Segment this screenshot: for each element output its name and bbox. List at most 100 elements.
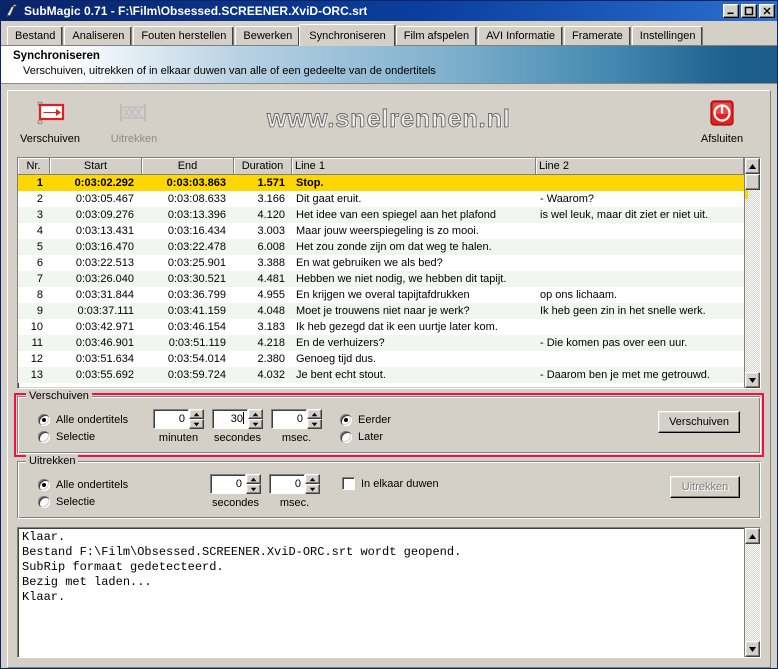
column-header-nr[interactable]: Nr.: [18, 158, 50, 174]
tab-bewerken[interactable]: Bewerken: [235, 26, 301, 45]
cell-end: 0:03:41.159: [167, 305, 226, 317]
scroll-down-button[interactable]: [745, 372, 760, 388]
toolbar-button-verschuiven[interactable]: Verschuiven: [8, 95, 92, 145]
toolbar-button-uitrekken[interactable]: Uitrekken: [92, 95, 176, 145]
tab-bestand[interactable]: Bestand: [7, 26, 64, 45]
table-row[interactable]: 13 0:03:55.692 0:03:59.724 4.032 Je bent…: [18, 367, 744, 383]
cell-nr: 3: [36, 209, 43, 221]
stretch-scope-all-label: Alle ondertitels: [56, 478, 129, 491]
tab-bar: Bestand Analiseren Fouten herstellen Bew…: [1, 21, 777, 46]
stepper-up-icon[interactable]: [305, 474, 320, 484]
column-header-line2[interactable]: Line 2: [536, 158, 744, 174]
stepper-down-icon[interactable]: [246, 484, 261, 494]
stretch-msec-input[interactable]: 0: [269, 474, 305, 494]
shift-group-content: Alle ondertitels Selectie 0 minuten 30 s…: [18, 397, 760, 453]
tab-framerate[interactable]: Framerate: [564, 26, 631, 45]
column-header-line1[interactable]: Line 1: [292, 158, 536, 174]
table-row[interactable]: 1 0:03:02.292 0:03:03.863 1.571 Stop.: [18, 175, 744, 191]
cell-duration: 3.166: [257, 193, 285, 205]
log-scroll-down-button[interactable]: [745, 641, 760, 657]
table-row[interactable]: 2 0:03:05.467 0:03:08.633 3.166 Dit gaat…: [18, 191, 744, 207]
table-row[interactable]: 5 0:03:16.470 0:03:22.478 6.008 Het zou …: [18, 239, 744, 255]
log-scroll-track[interactable]: [745, 544, 760, 641]
tab-synchroniseren[interactable]: Synchroniseren: [299, 24, 396, 46]
tab-label: Instellingen: [639, 30, 696, 42]
column-header-duration[interactable]: Duration: [234, 158, 292, 174]
shift-minutes-input[interactable]: 0: [153, 409, 189, 429]
stretch-seconds-input[interactable]: 0: [210, 474, 246, 494]
tab-instellingen[interactable]: Instellingen: [631, 26, 704, 45]
column-header-start[interactable]: Start: [50, 158, 142, 174]
cell-nr: 1: [36, 177, 43, 189]
table-row[interactable]: 3 0:03:09.276 0:03:13.396 4.120 Het idee…: [18, 207, 744, 223]
table-row[interactable]: 7 0:03:26.040 0:03:30.521 4.481 Hebben w…: [18, 271, 744, 287]
tab-fouten-herstellen[interactable]: Fouten herstellen: [133, 26, 235, 45]
stepper-up-icon[interactable]: [307, 409, 322, 419]
shift-seconds-value: 30: [230, 413, 243, 425]
minimize-button[interactable]: [723, 4, 739, 18]
shift-direction-later-radio[interactable]: Later: [340, 428, 440, 445]
table-row[interactable]: 9 0:03:37.111 0:03:41.159 4.048 Moet je …: [18, 303, 744, 319]
shift-msec-buttons: [307, 409, 322, 429]
stretch-scope-selection-radio[interactable]: Selectie: [38, 493, 153, 510]
content-panel: www.snelrennen.nl Verschuiven Uitrekken …: [7, 90, 771, 668]
column-header-end[interactable]: End: [142, 158, 234, 174]
table-row[interactable]: 12 0:03:51.634 0:03:54.014 2.380 Genoeg …: [18, 351, 744, 367]
log-output[interactable]: Klaar. Bestand F:\Film\Obsessed.SCREENER…: [17, 527, 761, 658]
cell-end: 0:03:54.014: [167, 353, 226, 365]
shift-scope-all-radio[interactable]: Alle ondertitels: [38, 411, 153, 428]
table-row[interactable]: 11 0:03:46.901 0:03:51.119 4.218 En de v…: [18, 335, 744, 351]
log-text: Klaar. Bestand F:\Film\Obsessed.SCREENER…: [18, 528, 744, 657]
cell-start: 0:03:55.692: [75, 369, 134, 381]
cell-start: 0:03:42.971: [75, 321, 134, 333]
scroll-track[interactable]: [745, 174, 760, 372]
stretch-scope-selection-label: Selectie: [56, 495, 96, 508]
subtitle-table[interactable]: Nr. Start End Duration Line 1 Line 2 1 0…: [17, 157, 761, 389]
stepper-down-icon[interactable]: [307, 419, 322, 429]
radio-indicator-icon: [38, 413, 50, 426]
shift-msec-input[interactable]: 0: [271, 409, 307, 429]
shift-scope-selection-radio[interactable]: Selectie: [38, 428, 153, 445]
cell-line2: is wel leuk, maar dit ziet er niet uit.: [540, 209, 709, 221]
stepper-down-icon[interactable]: [305, 484, 320, 494]
stepper-up-icon[interactable]: [246, 474, 261, 484]
tab-film-afspelen[interactable]: Film afspelen: [395, 26, 478, 45]
stretch-icon: [117, 97, 151, 131]
table-vertical-scrollbar[interactable]: [744, 158, 760, 388]
cell-nr: 7: [36, 273, 43, 285]
shift-direction-earlier-radio[interactable]: Eerder: [340, 411, 440, 428]
table-row[interactable]: 6 0:03:22.513 0:03:25.901 3.388 En wat g…: [18, 255, 744, 271]
log-vertical-scrollbar[interactable]: [744, 528, 760, 657]
power-off-icon: [706, 97, 738, 131]
apply-shift-button[interactable]: Verschuiven: [658, 411, 740, 433]
table-row[interactable]: 4 0:03:13.431 0:03:16.434 3.003 Maar jou…: [18, 223, 744, 239]
banner-subtitle: Verschuiven, uitrekken of in elkaar duwe…: [23, 65, 436, 77]
maximize-button[interactable]: [741, 4, 757, 18]
stepper-up-icon[interactable]: [189, 409, 204, 419]
cell-line2: - Die komen pas over een uur.: [540, 337, 688, 349]
toolbar: www.snelrennen.nl Verschuiven Uitrekken …: [8, 91, 770, 157]
shift-minutes-caption: minuten: [158, 432, 199, 444]
cell-nr: 11: [31, 337, 43, 349]
cell-nr: 4: [36, 225, 43, 237]
tab-analiseren[interactable]: Analiseren: [64, 26, 133, 45]
scroll-up-button[interactable]: [745, 158, 760, 174]
scroll-thumb[interactable]: [745, 174, 760, 190]
close-button[interactable]: [759, 4, 775, 18]
stepper-down-icon[interactable]: [248, 419, 263, 429]
shift-seconds-input[interactable]: 30: [212, 409, 248, 429]
stretch-scope-all-radio[interactable]: Alle ondertitels: [38, 476, 153, 493]
log-scroll-up-button[interactable]: [745, 528, 760, 544]
squeeze-checkbox-label: In elkaar duwen: [361, 477, 439, 490]
cell-start: 0:03:51.634: [75, 353, 134, 365]
tab-avi-informatie[interactable]: AVI Informatie: [478, 26, 564, 45]
table-row[interactable]: 10 0:03:42.971 0:03:46.154 3.183 Ik heb …: [18, 319, 744, 335]
toolbar-button-afsluiten[interactable]: Afsluiten: [680, 95, 764, 145]
apply-stretch-button[interactable]: Uitrekken: [670, 476, 740, 498]
table-row[interactable]: 8 0:03:31.844 0:03:36.799 4.955 En krijg…: [18, 287, 744, 303]
cell-nr: 6: [36, 257, 43, 269]
squeeze-checkbox[interactable]: In elkaar duwen: [342, 477, 439, 490]
stepper-up-icon[interactable]: [248, 409, 263, 419]
stretch-group-box: Uitrekken Alle ondertitels Selectie 0 se…: [17, 455, 761, 519]
stepper-down-icon[interactable]: [189, 419, 204, 429]
